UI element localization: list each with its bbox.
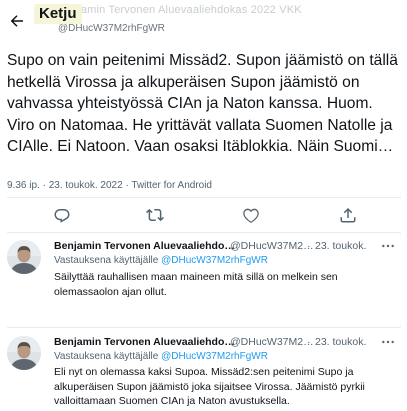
tweet-source[interactable]: Twitter for Android bbox=[131, 180, 212, 191]
reply-author-name[interactable]: Benjamin Tervonen Aluevaaliehdo… bbox=[54, 239, 235, 253]
reply-author-name[interactable]: Benjamin Tervonen Aluevaaliehdo… bbox=[54, 335, 235, 349]
tweet-thread-view: Benjamin Tervonen Aluevaaliehdokas 2022 … bbox=[0, 0, 407, 411]
reply-tweet[interactable]: Benjamin Tervonen Aluevaaliehdo… @DHucW3… bbox=[0, 327, 407, 411]
tweet-action-bar bbox=[0, 200, 407, 230]
thread-header: Benjamin Tervonen Aluevaaliehdokas 2022 … bbox=[0, 0, 407, 44]
mention-link[interactable]: @DHucW37M2rhFgWR bbox=[161, 255, 268, 266]
share-icon[interactable] bbox=[339, 206, 357, 224]
reply-author-handle[interactable]: @DHucW37M2… bbox=[230, 239, 314, 253]
meta-separator: · bbox=[125, 180, 129, 191]
replying-to-label: Vastauksena käyttäjälle bbox=[54, 351, 159, 362]
collapsed-author-name: Benjamin Tervonen Aluevaaliehdokas 2022 … bbox=[58, 4, 302, 16]
reply-text: Eli nyt on olemassa kaksi Supoa. Missäd2… bbox=[54, 366, 365, 407]
meta-separator: · bbox=[307, 336, 311, 348]
more-options-icon[interactable] bbox=[380, 239, 396, 253]
more-options-icon[interactable] bbox=[380, 335, 396, 349]
divider bbox=[7, 197, 401, 198]
mention-link[interactable]: @DHucW37M2rhFgWR bbox=[161, 351, 268, 362]
reply-icon[interactable] bbox=[53, 206, 71, 224]
meta-separator: · bbox=[42, 180, 46, 191]
reply-text: Säilyttää rauhallisen maan maineen mitä … bbox=[54, 271, 338, 298]
retweet-icon[interactable] bbox=[146, 206, 164, 224]
page-title: Ketju bbox=[34, 4, 82, 24]
avatar[interactable] bbox=[7, 240, 41, 274]
collapsed-author-handle: @DHucW37M2rhFgWR bbox=[58, 23, 165, 34]
main-tweet-meta: 9.36 ip. · 23. toukok. 2022 · Twitter fo… bbox=[7, 179, 403, 193]
reply-date[interactable]: 23. toukok. bbox=[315, 239, 366, 253]
like-icon[interactable] bbox=[242, 206, 260, 224]
main-tweet-text: Supo on vain peitenimi Missäd2. Supon jä… bbox=[7, 52, 398, 155]
tweet-date[interactable]: 23. toukok. 2022 bbox=[49, 180, 123, 191]
replying-to-label: Vastauksena käyttäjälle bbox=[54, 255, 159, 266]
meta-separator: · bbox=[307, 240, 311, 252]
reply-author-handle[interactable]: @DHucW37M2… bbox=[230, 335, 314, 349]
back-arrow-icon[interactable] bbox=[7, 12, 27, 30]
replying-to-line: Vastauksena käyttäjälle @DHucW37M2rhFgWR bbox=[54, 254, 268, 268]
replying-to-line: Vastauksena käyttäjälle @DHucW37M2rhFgWR bbox=[54, 350, 268, 364]
reply-date[interactable]: 23. toukok. bbox=[315, 335, 366, 349]
tweet-time[interactable]: 9.36 ip. bbox=[7, 180, 40, 191]
avatar[interactable] bbox=[7, 336, 41, 370]
reply-tweet[interactable]: Benjamin Tervonen Aluevaaliehdo… @DHucW3… bbox=[0, 232, 407, 327]
